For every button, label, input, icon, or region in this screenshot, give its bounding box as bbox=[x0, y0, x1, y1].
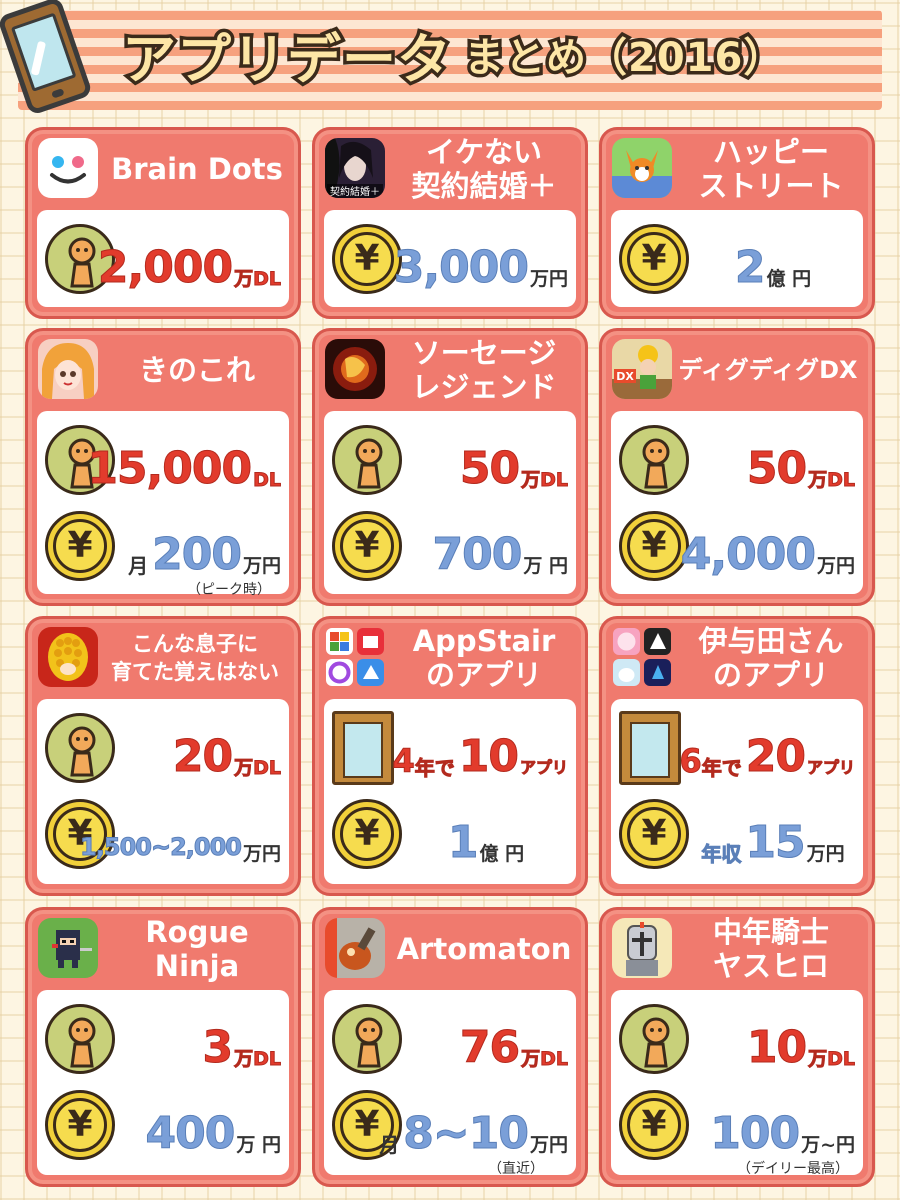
app-card-artomaton: Artomaton 76 万DL ¥ 月 8~10 万円 （直近） bbox=[312, 907, 588, 1187]
yen-coin-icon: ¥ bbox=[619, 799, 689, 869]
app-card-dig-dig-dx: DX ディグディグDX 50 万DL ¥ 4,000 万円 bbox=[599, 328, 875, 606]
konna-musuko-app-icon bbox=[38, 627, 98, 687]
page-title: アプリデータ まとめ（2016） bbox=[119, 12, 882, 96]
revenue-value: 1億 円 bbox=[447, 817, 525, 868]
downloads-value: 2,000 万DL bbox=[97, 242, 281, 293]
door-icon bbox=[619, 711, 681, 785]
app-name: Rogue Ninja bbox=[145, 915, 249, 983]
yen-coin-icon: ¥ bbox=[619, 1090, 689, 1160]
app-card-happy-street: ハッピー ストリート ¥ 2億 円 bbox=[599, 127, 875, 319]
revenue-value: 2億 円 bbox=[734, 242, 812, 293]
app-name: イケない 契約結婚＋ bbox=[411, 135, 557, 203]
revenue-value: 700 万 円 bbox=[432, 529, 568, 580]
download-person-icon bbox=[45, 713, 115, 783]
app-name: きのこれ bbox=[138, 353, 255, 387]
svg-text:契約結婚＋: 契約結婚＋ bbox=[330, 185, 380, 198]
appstair-apps-icon bbox=[325, 627, 385, 687]
revenue-value: 3,000 万円 bbox=[393, 242, 568, 293]
downloads-value: 10 万DL bbox=[746, 1022, 855, 1073]
revenue-value: 年収 15 万円 bbox=[701, 817, 845, 868]
revenue-value: 月 200 万円 （ピーク時） bbox=[128, 529, 281, 598]
rogue-ninja-app-icon bbox=[38, 918, 98, 978]
app-card-sausage-legend: ソーセージ レジェンド 50 万DL ¥ 700 万 円 bbox=[312, 328, 588, 606]
happy-street-app-icon bbox=[612, 138, 672, 198]
app-name: 中年騎士 ヤスヒロ bbox=[712, 915, 829, 983]
iyoda-apps-icon bbox=[612, 627, 672, 687]
download-person-icon bbox=[619, 425, 689, 495]
revenue-value: 400 万 円 bbox=[145, 1108, 281, 1159]
app-card-rogue-ninja: Rogue Ninja 3 万DL ¥ 400 万 円 bbox=[25, 907, 301, 1187]
svg-text:DX: DX bbox=[616, 370, 634, 383]
revenue-value: 4,000 万円 bbox=[680, 529, 855, 580]
apps-count-value: 6 年で 20 アプリ bbox=[679, 731, 856, 782]
app-name: ディグディグDX bbox=[678, 356, 858, 384]
app-card-ikenai-keiyaku: 契約結婚＋ イケない 契約結婚＋ ¥ 3,000 万円 bbox=[312, 127, 588, 319]
app-card-kinokore: きのこれ 15,000 DL ¥ 月 200 万円 （ピーク時） bbox=[25, 328, 301, 606]
door-icon bbox=[332, 711, 394, 785]
title-main: アプリデータ bbox=[119, 24, 455, 94]
downloads-value: 50 万DL bbox=[459, 443, 568, 494]
yen-coin-icon: ¥ bbox=[45, 1090, 115, 1160]
yen-coin-icon: ¥ bbox=[619, 224, 689, 294]
revenue-value: 100 万~円 （デイリー最高） bbox=[710, 1108, 855, 1177]
brain-dots-app-icon bbox=[38, 138, 98, 198]
app-name: こんな息子に 育てた覚えはない bbox=[111, 632, 279, 684]
app-name: Artomaton bbox=[396, 932, 572, 966]
title-suffix: まとめ（2016） bbox=[460, 32, 786, 85]
downloads-value: 15,000 DL bbox=[87, 443, 282, 494]
app-name: ソーセージ レジェンド bbox=[411, 336, 557, 404]
revenue-note: （デイリー最高） bbox=[737, 1161, 849, 1177]
sausage-legend-app-icon bbox=[325, 339, 385, 399]
yen-coin-icon: ¥ bbox=[332, 511, 402, 581]
revenue-value: 月 8~10 万円 （直近） bbox=[379, 1108, 568, 1177]
download-person-icon bbox=[332, 425, 402, 495]
downloads-value: 20 万DL bbox=[172, 731, 281, 782]
app-name: 伊与田さん のアプリ bbox=[698, 624, 844, 692]
revenue-note: （ピーク時） bbox=[187, 582, 271, 598]
app-card-konna-musuko: こんな息子に 育てた覚えはない 20 万DL ¥ 1,500~2,000 万円 bbox=[25, 616, 301, 896]
downloads-value: 3 万DL bbox=[202, 1022, 282, 1073]
app-name: Brain Dots bbox=[111, 152, 283, 186]
app-name: AppStair のアプリ bbox=[412, 624, 556, 692]
download-person-icon bbox=[619, 1004, 689, 1074]
ikenai-keiyaku-app-icon: 契約結婚＋ bbox=[325, 138, 385, 198]
downloads-value: 76 万DL bbox=[459, 1022, 568, 1073]
downloads-value: 50 万DL bbox=[746, 443, 855, 494]
download-person-icon bbox=[45, 1004, 115, 1074]
yen-coin-icon: ¥ bbox=[619, 511, 689, 581]
artomaton-app-icon bbox=[325, 918, 385, 978]
dig-dig-dx-app-icon: DX bbox=[612, 339, 672, 399]
apps-count-value: 4 年で 10 アプリ bbox=[392, 731, 569, 782]
kinokore-app-icon bbox=[38, 339, 98, 399]
revenue-value: 1,500~2,000 万円 bbox=[80, 833, 281, 866]
yen-coin-icon: ¥ bbox=[332, 224, 402, 294]
yen-coin-icon: ¥ bbox=[45, 511, 115, 581]
app-card-iyoda: 伊与田さん のアプリ 6 年で 20 アプリ ¥ 年収 15 万円 bbox=[599, 616, 875, 896]
app-name: ハッピー ストリート bbox=[698, 135, 844, 203]
download-person-icon bbox=[332, 1004, 402, 1074]
yen-coin-icon: ¥ bbox=[332, 799, 402, 869]
revenue-note: （直近） bbox=[488, 1161, 544, 1177]
app-card-chunen-kishi: 中年騎士 ヤスヒロ 10 万DL ¥ 100 万~円 （デイリー最高） bbox=[599, 907, 875, 1187]
app-card-brain-dots: Brain Dots 2,000 万DL bbox=[25, 127, 301, 319]
app-card-appstair: AppStair のアプリ 4 年で 10 アプリ ¥ 1億 円 bbox=[312, 616, 588, 896]
chunen-kishi-app-icon bbox=[612, 918, 672, 978]
